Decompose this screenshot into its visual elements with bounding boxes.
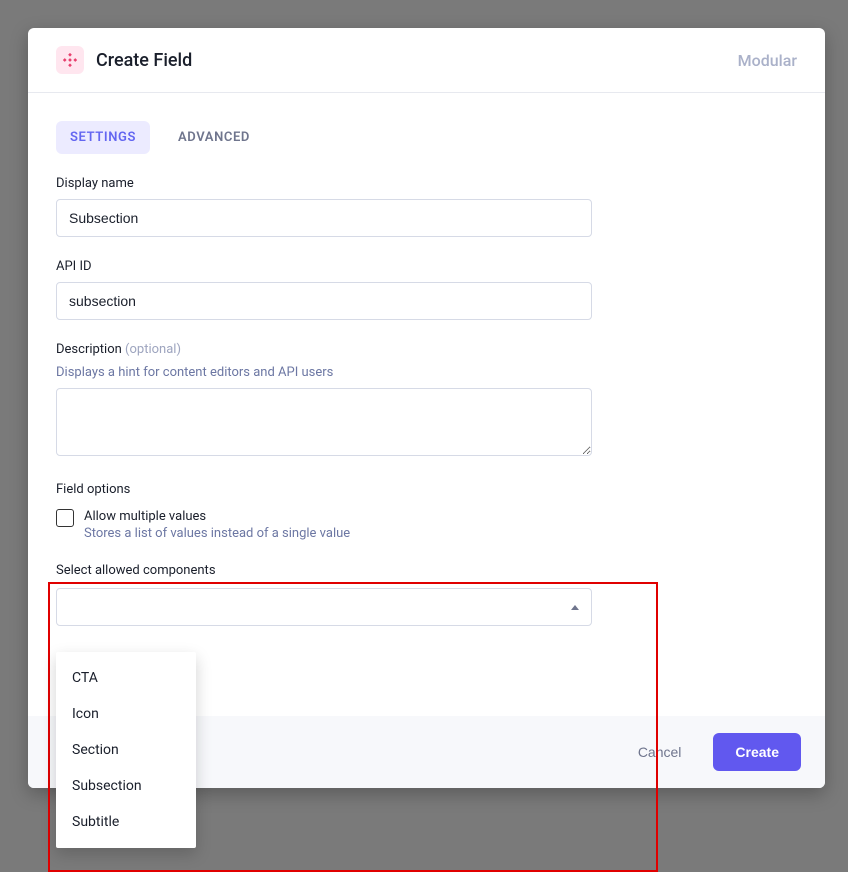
allowed-components-label: Select allowed components bbox=[56, 563, 592, 578]
field-type-badge: Modular bbox=[738, 51, 797, 70]
allowed-components-group: Select allowed components bbox=[56, 563, 592, 626]
cancel-button[interactable]: Cancel bbox=[626, 734, 694, 770]
description-label: Description (optional) bbox=[56, 342, 592, 357]
form-body: Display name API ID Description (optiona… bbox=[28, 154, 620, 626]
modular-field-icon bbox=[56, 46, 84, 74]
dropdown-option-icon[interactable]: Icon bbox=[56, 696, 196, 732]
display-name-group: Display name bbox=[56, 176, 592, 237]
api-id-input[interactable] bbox=[56, 282, 592, 320]
display-name-label: Display name bbox=[56, 176, 592, 191]
description-group: Description (optional) Displays a hint f… bbox=[56, 342, 592, 460]
chevron-up-icon bbox=[571, 605, 579, 610]
field-options-group: Field options Allow multiple values Stor… bbox=[56, 482, 592, 541]
create-field-modal: Create Field Modular SETTINGS ADVANCED D… bbox=[28, 28, 825, 788]
field-options-title: Field options bbox=[56, 482, 592, 497]
allow-multiple-checkbox[interactable] bbox=[56, 509, 74, 527]
api-id-group: API ID bbox=[56, 259, 592, 320]
allow-multiple-texts: Allow multiple values Stores a list of v… bbox=[84, 509, 350, 541]
modal-title: Create Field bbox=[96, 50, 192, 71]
allow-multiple-row: Allow multiple values Stores a list of v… bbox=[56, 509, 592, 541]
description-label-text: Description bbox=[56, 342, 122, 357]
tab-settings[interactable]: SETTINGS bbox=[56, 121, 150, 154]
dropdown-option-cta[interactable]: CTA bbox=[56, 660, 196, 696]
tabs: SETTINGS ADVANCED bbox=[28, 93, 825, 154]
dropdown-option-section[interactable]: Section bbox=[56, 732, 196, 768]
description-textarea[interactable] bbox=[56, 388, 592, 456]
dropdown-option-subsection[interactable]: Subsection bbox=[56, 768, 196, 804]
description-optional: (optional) bbox=[125, 342, 181, 357]
header-left: Create Field bbox=[56, 46, 192, 74]
api-id-label: API ID bbox=[56, 259, 592, 274]
allowed-components-select[interactable] bbox=[56, 588, 592, 626]
tab-advanced[interactable]: ADVANCED bbox=[164, 121, 264, 154]
allow-multiple-hint: Stores a list of values instead of a sin… bbox=[84, 526, 350, 541]
create-button[interactable]: Create bbox=[713, 733, 801, 771]
description-hint: Displays a hint for content editors and … bbox=[56, 365, 592, 380]
dropdown-option-subtitle[interactable]: Subtitle bbox=[56, 804, 196, 840]
allowed-components-dropdown: CTA Icon Section Subsection Subtitle bbox=[56, 652, 196, 848]
display-name-input[interactable] bbox=[56, 199, 592, 237]
allow-multiple-label: Allow multiple values bbox=[84, 509, 350, 524]
modal-header: Create Field Modular bbox=[28, 28, 825, 93]
